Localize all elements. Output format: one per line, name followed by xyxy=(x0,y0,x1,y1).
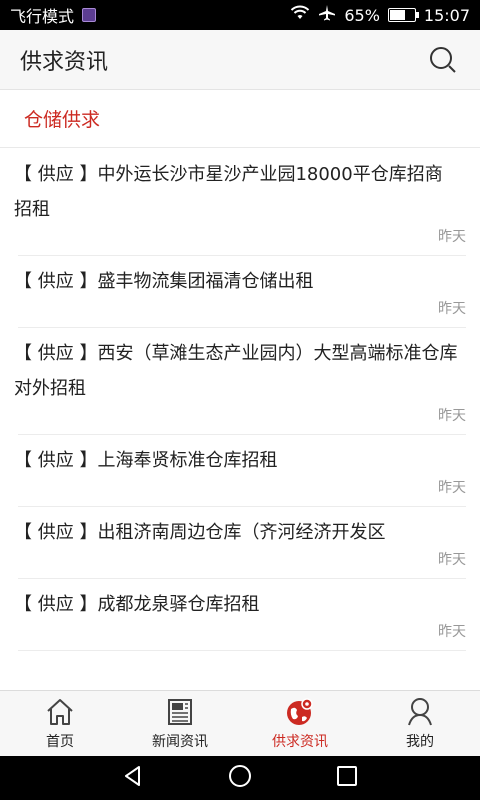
nav-item-supply[interactable]: 供求资讯 xyxy=(240,691,360,756)
battery-fill xyxy=(389,10,405,20)
list-item-date: 昨天 xyxy=(438,229,466,245)
list-item-title: 【 供应 】西安（草滩生态产业园内）大型高端标准仓库对外招租 xyxy=(14,343,458,399)
search-icon xyxy=(430,46,456,73)
nav-item-mine[interactable]: 我的 xyxy=(360,691,480,756)
nav-label-supply: 供求资讯 xyxy=(272,733,328,750)
bottom-nav: 首页 新闻资讯 供求资讯 我的 xyxy=(0,690,480,756)
list-item[interactable]: 【 供应 】成都龙泉驿仓库招租昨天 xyxy=(0,579,480,651)
list-item-title: 【 供应 】出租济南周边仓库（齐河经济开发区 xyxy=(14,522,386,543)
home-icon xyxy=(45,697,75,727)
list-item[interactable]: 【 供应 】盛丰物流集团福清仓储出租昨天 xyxy=(0,256,480,328)
clock: 15:07 xyxy=(423,5,470,25)
nav-item-home[interactable]: 首页 xyxy=(0,691,120,756)
list-item-date: 昨天 xyxy=(438,552,466,568)
search-button[interactable] xyxy=(426,43,460,77)
page-title: 供求资讯 xyxy=(20,49,109,75)
user-icon xyxy=(405,697,435,727)
wifi-icon xyxy=(290,5,310,25)
list-item[interactable]: 【 供应 】出租济南周边仓库（齐河经济开发区昨天 xyxy=(0,507,480,579)
list-item-date: 昨天 xyxy=(438,408,466,424)
status-right: 65% 15:07 xyxy=(290,4,470,26)
app-header: 供求资讯 xyxy=(0,30,480,90)
supply-list: 【 供应 】中外运长沙市星沙产业园18000平仓库招商招租 昨天【 供应 】盛丰物… xyxy=(0,149,480,690)
list-divider xyxy=(18,650,466,651)
app-screen: 飞行模式 65% 15:07 供求资讯 仓储供求 【 供应 】中外运长沙市星沙产… xyxy=(0,0,480,800)
list-item[interactable]: 【 供应 】西安（草滩生态产业园内）大型高端标准仓库对外招租昨天 xyxy=(0,328,480,435)
status-left: 飞行模式 xyxy=(10,3,97,27)
nav-label-mine: 我的 xyxy=(406,733,434,750)
globe-pin-icon xyxy=(285,697,315,727)
list-item-date: 昨天 xyxy=(438,480,466,496)
airplane-mode-label: 飞行模式 xyxy=(10,7,75,26)
list-item-title: 【 供应 】成都龙泉驿仓库招租 xyxy=(14,594,260,615)
battery-percent: 65% xyxy=(344,5,380,25)
nav-label-news: 新闻资讯 xyxy=(152,733,208,750)
section-title: 仓储供求 xyxy=(24,109,101,131)
status-bar: 飞行模式 65% 15:07 xyxy=(0,0,480,30)
airplane-icon xyxy=(318,4,336,26)
section-header: 仓储供求 xyxy=(0,90,480,148)
home-circle-icon[interactable] xyxy=(227,763,253,793)
list-item-date: 昨天 xyxy=(438,301,466,317)
newspaper-icon xyxy=(165,697,195,727)
list-item-title: 【 供应 】上海奉贤标准仓库招租 xyxy=(14,450,278,471)
recents-icon[interactable] xyxy=(336,765,358,791)
system-nav-bar xyxy=(0,756,480,800)
nav-label-home: 首页 xyxy=(46,733,74,750)
battery-icon xyxy=(387,8,419,22)
list-item-title: 【 供应 】盛丰物流集团福清仓储出租 xyxy=(14,271,314,292)
notification-app-icon xyxy=(82,8,97,22)
list-item-title: 【 供应 】中外运长沙市星沙产业园18000平仓库招商招租 xyxy=(14,164,443,220)
list-item-date: 昨天 xyxy=(438,624,466,640)
back-icon[interactable] xyxy=(122,765,144,791)
nav-item-news[interactable]: 新闻资讯 xyxy=(120,691,240,756)
list-item[interactable]: 【 供应 】中外运长沙市星沙产业园18000平仓库招商招租昨天 xyxy=(0,149,480,256)
list-item[interactable]: 【 供应 】上海奉贤标准仓库招租昨天 xyxy=(0,435,480,507)
